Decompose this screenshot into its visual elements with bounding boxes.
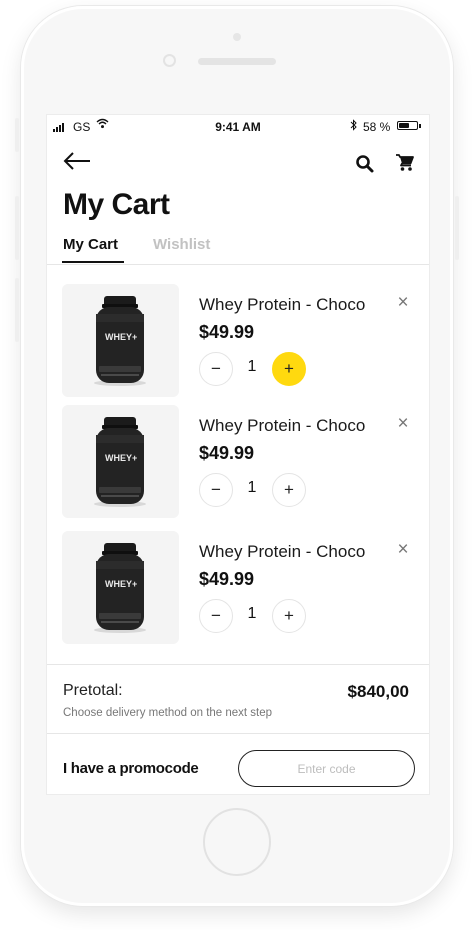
decrease-quantity-button[interactable]: − bbox=[199, 352, 233, 386]
close-icon[interactable]: × bbox=[393, 414, 413, 434]
delivery-note: Choose delivery method on the next step bbox=[63, 707, 273, 719]
search-icon[interactable] bbox=[355, 154, 375, 174]
divider bbox=[47, 664, 429, 665]
product-name: Whey Protein - Choco bbox=[199, 542, 366, 561]
pretotal-label: Pretotal: bbox=[63, 682, 123, 699]
tab-my-cart[interactable]: My Cart bbox=[63, 236, 118, 253]
product-price: $49.99 bbox=[199, 443, 255, 463]
product-image[interactable]: WHEY+ bbox=[62, 284, 179, 397]
battery-icon bbox=[397, 121, 418, 130]
volume-up-button bbox=[15, 196, 19, 260]
front-camera bbox=[163, 54, 176, 67]
product-image[interactable]: WHEY+ bbox=[62, 531, 179, 644]
power-button bbox=[455, 196, 459, 260]
battery-tip bbox=[419, 124, 421, 128]
product-label: WHEY+ bbox=[105, 453, 138, 463]
bluetooth-icon bbox=[349, 119, 358, 134]
tab-wishlist[interactable]: Wishlist bbox=[153, 236, 210, 253]
product-name: Whey Protein - Choco bbox=[199, 295, 366, 314]
mute-switch bbox=[15, 118, 19, 152]
cart-icon[interactable] bbox=[395, 153, 415, 173]
product-label: WHEY+ bbox=[105, 579, 138, 589]
divider bbox=[47, 733, 429, 734]
promo-label: I have a promocode bbox=[63, 760, 199, 777]
battery-level bbox=[399, 123, 409, 128]
divider bbox=[47, 264, 429, 265]
earpiece-speaker bbox=[198, 58, 276, 65]
close-icon[interactable]: × bbox=[393, 293, 413, 313]
product-price: $49.99 bbox=[199, 569, 255, 589]
product-name: Whey Protein - Choco bbox=[199, 416, 366, 435]
close-icon[interactable]: × bbox=[393, 540, 413, 560]
decrease-quantity-button[interactable]: − bbox=[199, 599, 233, 633]
product-image[interactable]: WHEY+ bbox=[62, 405, 179, 518]
volume-down-button bbox=[15, 278, 19, 342]
cart-item: WHEY+ Whey Protein - Choco $49.99 × −1 + bbox=[47, 284, 429, 400]
proximity-sensor bbox=[233, 33, 241, 41]
active-tab-indicator bbox=[62, 261, 124, 263]
quantity-value: 1 bbox=[247, 358, 257, 375]
home-button[interactable] bbox=[203, 808, 271, 876]
back-arrow-icon[interactable] bbox=[62, 151, 92, 171]
status-bar: GS 9:41 AM 58 % bbox=[47, 115, 429, 137]
cart-item: WHEY+ Whey Protein - Choco $49.99 × −1 + bbox=[47, 531, 429, 647]
pretotal-value: $840,00 bbox=[347, 682, 409, 701]
decrease-quantity-button[interactable]: − bbox=[199, 473, 233, 507]
quantity-value: 1 bbox=[247, 605, 257, 622]
page-title: My Cart bbox=[63, 188, 170, 221]
app-screen: GS 9:41 AM 58 % My Cart My Cart Wishlist… bbox=[46, 114, 430, 795]
promo-code-input[interactable] bbox=[238, 750, 415, 787]
increase-quantity-button[interactable]: + bbox=[272, 473, 306, 507]
cart-item: WHEY+ Whey Protein - Choco $49.99 × −1 + bbox=[47, 405, 429, 521]
increase-quantity-button[interactable]: + bbox=[272, 599, 306, 633]
product-price: $49.99 bbox=[199, 322, 255, 342]
increase-quantity-button[interactable]: + bbox=[272, 352, 306, 386]
quantity-value: 1 bbox=[247, 479, 257, 496]
battery-percentage: 58 % bbox=[363, 120, 391, 134]
product-label: WHEY+ bbox=[105, 332, 138, 342]
